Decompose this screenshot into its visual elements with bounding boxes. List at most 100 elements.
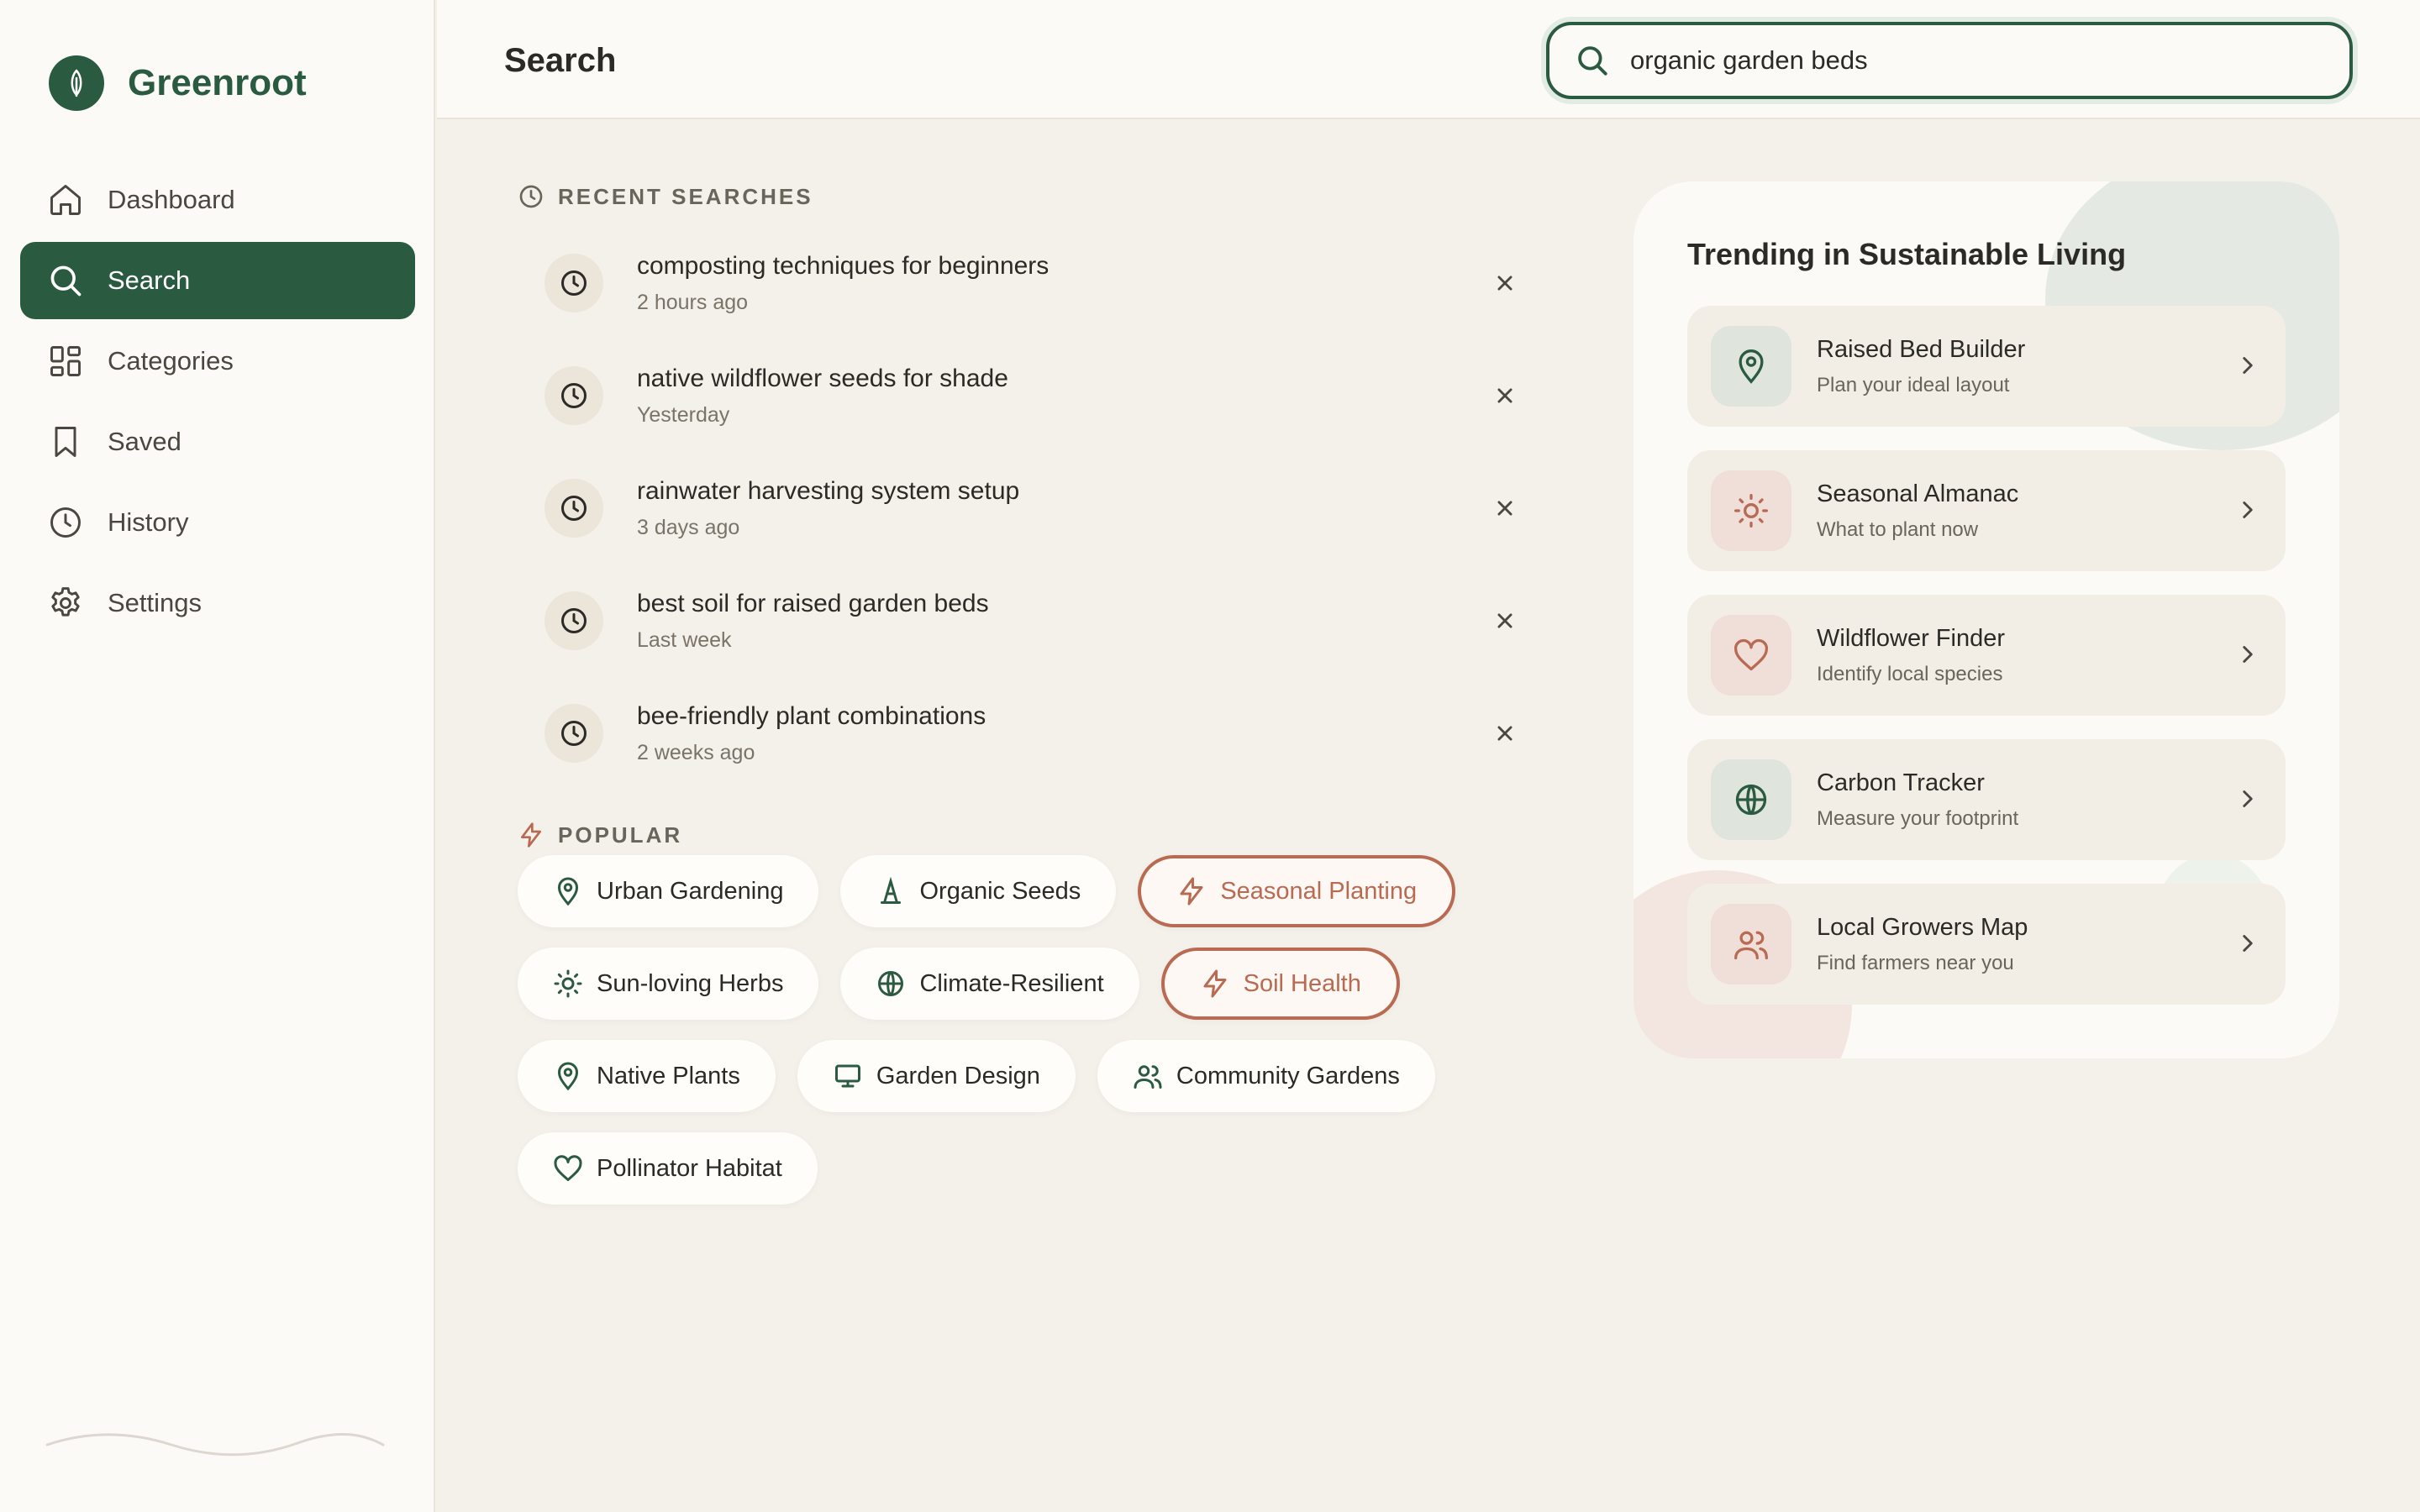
chip-pollinator-habitat[interactable]: Pollinator Habitat <box>518 1132 818 1205</box>
chip-urban-gardening[interactable]: Urban Gardening <box>518 855 819 927</box>
recent-search-item[interactable]: best soil for raised garden beds Last we… <box>544 564 1536 677</box>
users-icon <box>1711 904 1791 984</box>
close-icon[interactable] <box>1491 719 1519 748</box>
trending-item-desc: Measure your footprint <box>1817 806 2019 830</box>
chip-label: Sun-loving Herbs <box>597 969 784 997</box>
bolt-icon <box>1180 877 1203 906</box>
clock-icon <box>544 704 603 763</box>
search-icon <box>50 265 82 297</box>
sidebar: Greenroot Dashboard Search Categories Sa… <box>0 0 435 1512</box>
trending-item-name: Carbon Tracker <box>1817 769 1985 796</box>
trending-item-wildflower-finder[interactable]: Wildflower Finder Identify local species <box>1687 595 2286 716</box>
chip-soil-health[interactable]: Soil Health <box>1160 948 1400 1020</box>
close-icon[interactable] <box>1491 606 1519 635</box>
search-icon <box>1578 46 1607 76</box>
wave-decoration <box>45 1433 385 1457</box>
section-heading-label: RECENT SEARCHES <box>558 183 813 209</box>
home-icon <box>50 185 81 215</box>
recent-search-time: Yesterday <box>637 402 730 427</box>
sidebar-item-saved[interactable]: Saved <box>20 403 415 480</box>
recent-search-time: 2 hours ago <box>637 290 749 314</box>
map-pin-icon <box>557 1062 579 1091</box>
bolt-icon <box>1203 969 1227 998</box>
sidebar-item-label: History <box>108 507 189 537</box>
grid-icon <box>50 346 81 376</box>
chip-native-plants[interactable]: Native Plants <box>518 1040 776 1112</box>
chip-label: Garden Design <box>876 1062 1040 1089</box>
header: Search <box>437 0 2420 119</box>
sidebar-item-label: Dashboard <box>108 185 235 214</box>
recent-search-time: 2 weeks ago <box>637 740 755 764</box>
recent-search-query: native wildflower seeds for shade <box>637 364 1008 392</box>
recent-search-item[interactable]: rainwater harvesting system setup 3 days… <box>544 452 1536 564</box>
search-input[interactable] <box>1630 45 2319 76</box>
sidebar-item-settings[interactable]: Settings <box>20 564 415 642</box>
trending-item-seasonal-almanac[interactable]: Seasonal Almanac What to plant now <box>1687 450 2286 571</box>
chip-garden-design[interactable]: Garden Design <box>797 1040 1076 1112</box>
trending-title: Trending in Sustainable Living <box>1687 237 2127 271</box>
clock-icon <box>544 254 603 312</box>
sidebar-nav: Dashboard Search Categories Saved Histor… <box>20 161 415 645</box>
clock-icon <box>544 366 603 425</box>
recent-search-query: best soil for raised garden beds <box>637 589 989 617</box>
chip-community-gardens[interactable]: Community Gardens <box>1097 1040 1435 1112</box>
sidebar-item-categories[interactable]: Categories <box>20 323 415 400</box>
chevron-right-icon <box>2243 935 2253 952</box>
search-box[interactable] <box>1546 22 2353 99</box>
brand-name: Greenroot <box>128 62 307 103</box>
recent-search-query: bee-friendly plant combinations <box>637 701 986 730</box>
recent-searches-list: composting techniques for beginners 2 ho… <box>544 227 1536 790</box>
leaf-logo-icon <box>49 55 104 111</box>
recent-search-time: Last week <box>637 627 732 652</box>
recent-search-query: composting techniques for beginners <box>637 251 1050 280</box>
heart-icon <box>1711 615 1791 696</box>
clock-icon <box>544 479 603 538</box>
trending-item-raised-bed-builder[interactable]: Raised Bed Builder Plan your ideal layou… <box>1687 306 2286 427</box>
sprout-icon <box>881 876 902 904</box>
trending-list: Raised Bed Builder Plan your ideal layou… <box>1687 306 2286 1028</box>
chip-label: Organic Seeds <box>919 877 1081 905</box>
sidebar-item-history[interactable]: History <box>20 484 415 561</box>
heart-icon <box>554 1155 582 1181</box>
sidebar-item-dashboard[interactable]: Dashboard <box>20 161 415 239</box>
sidebar-item-search[interactable]: Search <box>20 242 415 319</box>
chip-label: Climate-Resilient <box>919 969 1104 997</box>
trending-item-name: Seasonal Almanac <box>1817 480 2019 507</box>
chip-label: Pollinator Habitat <box>597 1154 782 1182</box>
chip-sun-loving-herbs[interactable]: Sun-loving Herbs <box>518 948 819 1020</box>
chip-label: Native Plants <box>597 1062 740 1089</box>
users-icon <box>1134 1065 1162 1089</box>
popular-chips: Urban Gardening Organic Seeds Seasonal P… <box>518 855 1492 1225</box>
clock-icon <box>50 507 81 538</box>
chevron-right-icon <box>2243 357 2253 374</box>
trending-item-local-growers-map[interactable]: Local Growers Map Find farmers near you <box>1687 884 2286 1005</box>
chip-organic-seeds[interactable]: Organic Seeds <box>840 855 1117 927</box>
trending-item-name: Raised Bed Builder <box>1817 335 2026 363</box>
chip-climate-resilient[interactable]: Climate-Resilient <box>840 948 1139 1020</box>
popular-heading: POPULAR <box>518 822 682 848</box>
recent-search-item[interactable]: bee-friendly plant combinations 2 weeks … <box>544 677 1536 790</box>
sun-icon <box>554 969 582 998</box>
close-icon[interactable] <box>1491 494 1519 522</box>
chevron-right-icon <box>2243 501 2253 518</box>
trending-item-desc: Find farmers near you <box>1817 951 2014 974</box>
chip-seasonal-planting[interactable]: Seasonal Planting <box>1138 855 1456 927</box>
trending-item-desc: Plan your ideal layout <box>1817 373 2010 396</box>
brand[interactable]: Greenroot <box>49 55 307 111</box>
close-icon[interactable] <box>1491 381 1519 410</box>
sidebar-item-label: Categories <box>108 346 234 375</box>
clock-icon <box>544 591 603 650</box>
recent-search-item[interactable]: composting techniques for beginners 2 ho… <box>544 227 1536 339</box>
sidebar-item-label: Search <box>108 265 191 295</box>
map-pin-icon <box>1711 326 1791 407</box>
recent-search-item[interactable]: native wildflower seeds for shade Yester… <box>544 339 1536 452</box>
recent-search-query: rainwater harvesting system setup <box>637 476 1020 505</box>
section-heading-label: POPULAR <box>558 822 683 848</box>
chip-label: Urban Gardening <box>597 877 784 905</box>
close-icon[interactable] <box>1491 269 1519 297</box>
map-pin-icon <box>557 877 579 906</box>
chip-label: Community Gardens <box>1176 1062 1400 1089</box>
trending-item-carbon-tracker[interactable]: Carbon Tracker Measure your footprint <box>1687 739 2286 860</box>
sidebar-item-label: Saved <box>108 427 182 456</box>
trending-item-desc: What to plant now <box>1817 517 1979 541</box>
